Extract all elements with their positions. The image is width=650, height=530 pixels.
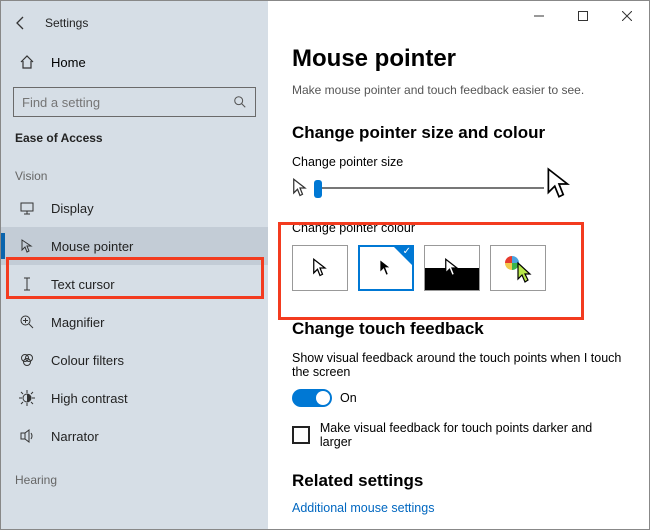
back-button[interactable]	[7, 9, 35, 37]
close-button[interactable]	[605, 1, 649, 31]
darker-larger-label: Make visual feedback for touch points da…	[320, 421, 625, 449]
section-label: Ease of Access	[1, 117, 268, 151]
colour-custom[interactable]	[490, 245, 546, 291]
nav-high-contrast[interactable]: High contrast	[1, 379, 268, 417]
pointer-colour-options: ✓	[292, 245, 625, 291]
group-vision: Vision	[1, 151, 268, 189]
toggle-label: On	[340, 391, 357, 405]
group-hearing: Hearing	[1, 455, 268, 493]
darker-larger-checkbox[interactable]	[292, 426, 310, 444]
page-title: Mouse pointer	[292, 45, 625, 73]
home-label: Home	[51, 55, 86, 70]
page-subtitle: Make mouse pointer and touch feedback ea…	[292, 83, 625, 97]
search-input[interactable]	[14, 95, 225, 110]
darker-larger-row: Make visual feedback for touch points da…	[292, 421, 625, 449]
slider-thumb[interactable]	[314, 180, 322, 198]
nav-text-cursor[interactable]: Text cursor	[1, 265, 268, 303]
main-panel: Mouse pointer Make mouse pointer and tou…	[268, 1, 649, 529]
colour-inverted[interactable]	[424, 245, 480, 291]
slider-track	[314, 187, 544, 189]
app-title: Settings	[45, 16, 88, 30]
minimize-button[interactable]	[517, 1, 561, 31]
large-cursor-icon	[546, 167, 572, 201]
settings-window: Settings Home Ease of Access Vision Disp…	[1, 1, 649, 529]
touch-description: Show visual feedback around the touch po…	[292, 351, 625, 379]
pointer-size-row	[292, 177, 625, 199]
label-pointer-size: Change pointer size	[292, 155, 625, 169]
small-cursor-icon	[292, 178, 314, 198]
display-icon	[17, 200, 37, 216]
touch-toggle-row: On	[292, 389, 625, 407]
colour-filters-icon	[17, 352, 37, 368]
magnifier-icon	[17, 314, 37, 330]
high-contrast-icon	[17, 390, 37, 406]
window-controls	[517, 1, 649, 31]
search-icon	[225, 95, 255, 109]
pointer-size-slider[interactable]	[314, 177, 544, 199]
nav-display[interactable]: Display	[1, 189, 268, 227]
narrator-icon	[17, 428, 37, 444]
heading-touch-feedback: Change touch feedback	[292, 319, 625, 339]
nav-colour-filters[interactable]: Colour filters	[1, 341, 268, 379]
nav-narrator[interactable]: Narrator	[1, 417, 268, 455]
heading-size-colour: Change pointer size and colour	[292, 123, 625, 143]
search-box[interactable]	[13, 87, 256, 117]
touch-feedback-toggle[interactable]	[292, 389, 332, 407]
link-additional-mouse-settings[interactable]: Additional mouse settings	[292, 501, 434, 515]
maximize-button[interactable]	[561, 1, 605, 31]
colour-white[interactable]	[292, 245, 348, 291]
label-pointer-colour: Change pointer colour	[292, 221, 625, 235]
heading-related: Related settings	[292, 471, 625, 491]
home-nav[interactable]: Home	[1, 45, 268, 79]
home-icon	[17, 54, 37, 70]
toggle-knob	[316, 391, 330, 405]
nav-magnifier[interactable]: Magnifier	[1, 303, 268, 341]
check-icon: ✓	[403, 246, 411, 257]
colour-black[interactable]: ✓	[358, 245, 414, 291]
text-cursor-icon	[17, 276, 37, 292]
sidebar: Settings Home Ease of Access Vision Disp…	[1, 1, 268, 529]
mouse-pointer-icon	[17, 238, 37, 254]
nav-mouse-pointer[interactable]: Mouse pointer	[1, 227, 268, 265]
titlebar: Settings	[1, 5, 268, 41]
